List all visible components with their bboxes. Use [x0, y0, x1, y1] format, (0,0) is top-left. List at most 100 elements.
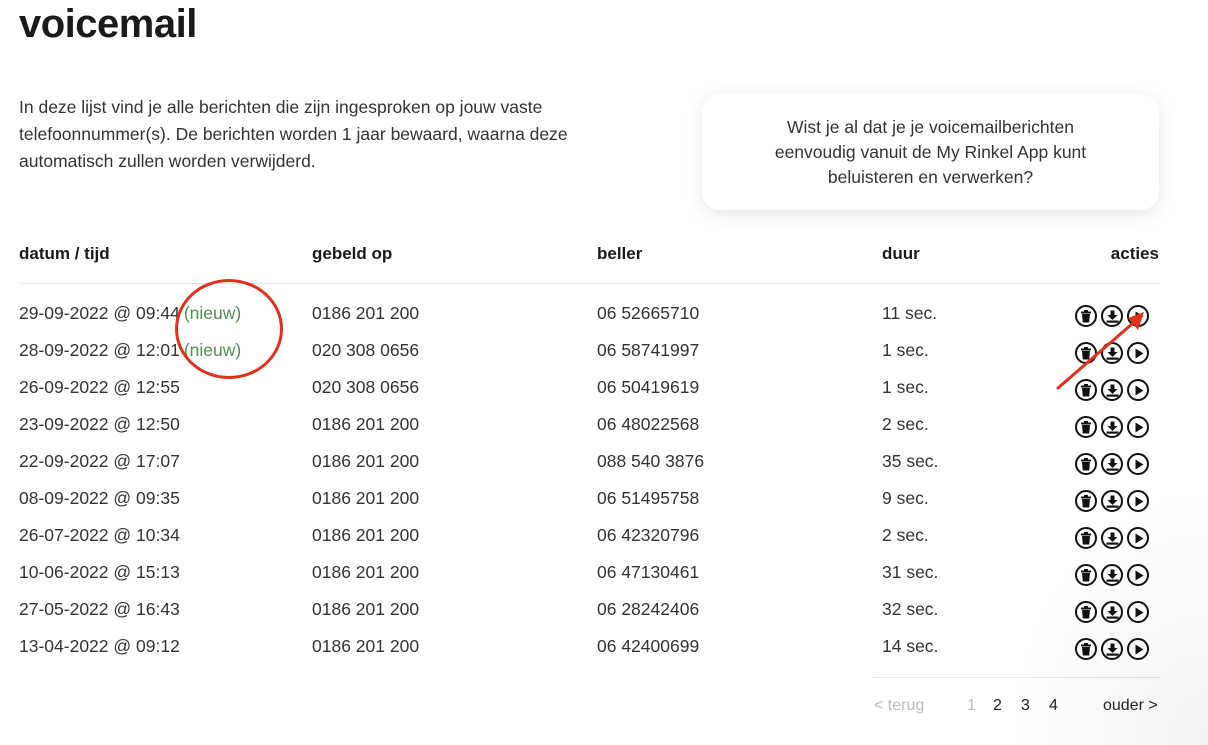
row-actions	[1075, 564, 1149, 586]
download-icon	[1106, 569, 1119, 582]
header-caller[interactable]: beller	[597, 244, 642, 264]
header-actions: acties	[1110, 244, 1159, 263]
trash-icon	[1080, 531, 1092, 545]
cell-called-on: 020 308 0656	[312, 377, 420, 397]
play-button[interactable]	[1127, 416, 1149, 438]
pagination-older[interactable]: ouder >	[1103, 697, 1158, 715]
table-row[interactable]: 08-09-2022 @ 09:35 0186 201 200 06 51495…	[0, 486, 1208, 523]
play-button[interactable]	[1127, 638, 1149, 660]
table-row[interactable]: 10-06-2022 @ 15:13 0186 201 200 06 47130…	[0, 560, 1208, 597]
cell-caller: 088 540 3876	[597, 451, 705, 471]
cell-duration: 2 sec.	[882, 414, 929, 434]
pagination-page-3[interactable]: 3	[1021, 697, 1030, 715]
row-actions	[1075, 527, 1149, 549]
play-icon	[1134, 644, 1144, 655]
play-button[interactable]	[1127, 527, 1149, 549]
annotation-circle	[175, 279, 283, 379]
row-actions	[1075, 601, 1149, 623]
trash-icon	[1080, 642, 1092, 656]
table-row[interactable]: 13-04-2022 @ 09:12 0186 201 200 06 42400…	[0, 634, 1208, 671]
cell-called-on: 0186 201 200	[312, 562, 420, 582]
play-button[interactable]	[1127, 564, 1149, 586]
pagination-back[interactable]: < terug	[874, 697, 924, 715]
cell-called-on: 0186 201 200	[312, 525, 420, 545]
cell-datetime: 08-09-2022 @ 09:35	[19, 486, 180, 510]
intro-text: In deze lijst vind je alle berichten die…	[19, 97, 568, 171]
play-button[interactable]	[1127, 490, 1149, 512]
cell-datetime: 26-09-2022 @ 12:55	[19, 375, 180, 399]
trash-icon	[1080, 457, 1092, 471]
download-button[interactable]	[1101, 453, 1123, 475]
table-row[interactable]: 23-09-2022 @ 12:50 0186 201 200 06 48022…	[0, 412, 1208, 449]
datetime-text: 29-09-2022 @ 09:44	[19, 303, 180, 323]
cell-datetime: 13-04-2022 @ 09:12	[19, 634, 180, 658]
cell-caller: 06 28242406	[597, 599, 700, 619]
cell-duration: 31 sec.	[882, 562, 939, 582]
play-icon	[1134, 570, 1144, 581]
cell-caller: 06 51495758	[597, 488, 700, 508]
cell-duration: 32 sec.	[882, 599, 939, 619]
play-button[interactable]	[1127, 601, 1149, 623]
table-row[interactable]: 26-07-2022 @ 10:34 0186 201 200 06 42320…	[0, 523, 1208, 560]
download-icon	[1106, 532, 1119, 545]
cell-duration: 14 sec.	[882, 636, 939, 656]
trash-icon	[1080, 568, 1092, 582]
datetime-text: 26-07-2022 @ 10:34	[19, 525, 180, 545]
cell-duration: 1 sec.	[882, 340, 929, 360]
table-row[interactable]: 26-09-2022 @ 12:55 020 308 0656 06 50419…	[0, 375, 1208, 412]
cell-caller: 06 48022568	[597, 414, 700, 434]
header-called-on[interactable]: gebeld op	[312, 244, 392, 264]
delete-button[interactable]	[1075, 564, 1097, 586]
cell-datetime: 22-09-2022 @ 17:07	[19, 449, 180, 473]
table-row[interactable]: 22-09-2022 @ 17:07 0186 201 200 088 540 …	[0, 449, 1208, 486]
play-button[interactable]	[1127, 453, 1149, 475]
download-button[interactable]	[1101, 601, 1123, 623]
delete-button[interactable]	[1075, 416, 1097, 438]
trash-icon	[1080, 605, 1092, 619]
pagination-page-2[interactable]: 2	[993, 697, 1002, 715]
header-datetime[interactable]: datum / tijd	[19, 244, 110, 264]
download-button[interactable]	[1101, 490, 1123, 512]
header-duration[interactable]: duur	[882, 244, 920, 264]
download-button[interactable]	[1101, 564, 1123, 586]
cell-caller: 06 52665710	[597, 303, 700, 323]
datetime-text: 28-09-2022 @ 12:01	[19, 340, 180, 360]
delete-button[interactable]	[1075, 453, 1097, 475]
page-title: voicemail	[19, 2, 197, 46]
download-icon	[1106, 606, 1119, 619]
pagination-page-4[interactable]: 4	[1049, 697, 1058, 715]
datetime-text: 22-09-2022 @ 17:07	[19, 451, 180, 471]
play-icon	[1134, 422, 1144, 433]
cell-duration: 2 sec.	[882, 525, 929, 545]
cell-called-on: 0186 201 200	[312, 414, 420, 434]
row-actions	[1075, 416, 1149, 438]
delete-button[interactable]	[1075, 638, 1097, 660]
cell-called-on: 0186 201 200	[312, 636, 420, 656]
cell-caller: 06 47130461	[597, 562, 700, 582]
table-row[interactable]: 27-05-2022 @ 16:43 0186 201 200 06 28242…	[0, 597, 1208, 634]
play-icon	[1134, 607, 1144, 618]
datetime-text: 23-09-2022 @ 12:50	[19, 414, 180, 434]
row-actions	[1075, 638, 1149, 660]
row-actions	[1075, 453, 1149, 475]
datetime-text: 10-06-2022 @ 15:13	[19, 562, 180, 582]
delete-button[interactable]	[1075, 527, 1097, 549]
pagination-page-1[interactable]: 1	[967, 697, 976, 715]
download-icon	[1106, 421, 1119, 434]
header-divider	[19, 283, 1159, 284]
cell-called-on: 0186 201 200	[312, 599, 420, 619]
cell-called-on: 0186 201 200	[312, 451, 420, 471]
delete-button[interactable]	[1075, 490, 1097, 512]
download-icon	[1106, 643, 1119, 656]
datetime-text: 27-05-2022 @ 16:43	[19, 599, 180, 619]
table-header: datum / tijd gebeld op beller duur actie…	[0, 244, 1208, 268]
cell-called-on: 0186 201 200	[312, 488, 420, 508]
download-button[interactable]	[1101, 416, 1123, 438]
cell-datetime: 26-07-2022 @ 10:34	[19, 523, 180, 547]
download-button[interactable]	[1101, 638, 1123, 660]
datetime-text: 08-09-2022 @ 09:35	[19, 488, 180, 508]
cell-duration: 35 sec.	[882, 451, 939, 471]
download-button[interactable]	[1101, 527, 1123, 549]
delete-button[interactable]	[1075, 601, 1097, 623]
cell-duration: 9 sec.	[882, 488, 929, 508]
